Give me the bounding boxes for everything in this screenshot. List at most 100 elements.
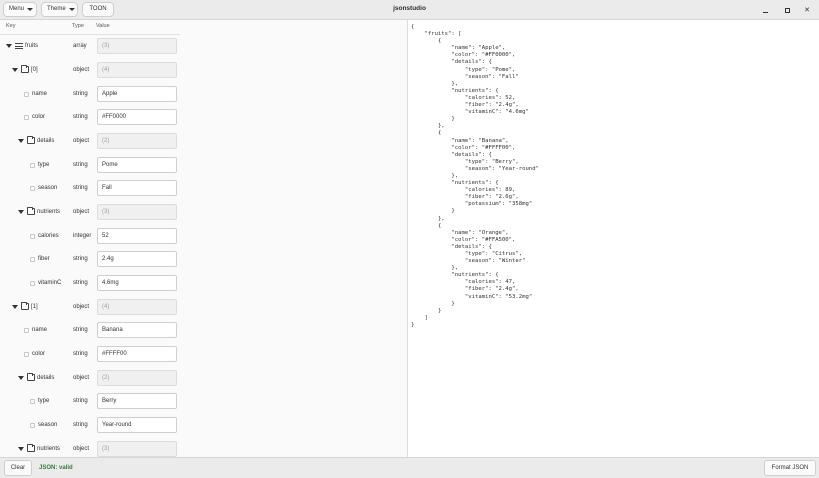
status-text: JSON: valid bbox=[39, 465, 73, 471]
row-count-field: (2) bbox=[97, 133, 177, 149]
tree-row[interactable]: type string Berry bbox=[0, 392, 180, 412]
folder-icon bbox=[27, 373, 35, 381]
close-icon[interactable]: ✕ bbox=[800, 3, 814, 17]
row-type: string bbox=[73, 422, 88, 428]
tree-row[interactable]: name string Banana bbox=[0, 321, 180, 341]
row-key: fruits bbox=[25, 43, 39, 49]
row-key: nutrients bbox=[37, 446, 61, 452]
tree-row[interactable]: [0] object (4) bbox=[0, 61, 180, 81]
row-value-input[interactable]: 2.4g bbox=[97, 251, 177, 267]
row-value-input[interactable]: #FFFF00 bbox=[97, 346, 177, 362]
row-type: object bbox=[73, 375, 90, 381]
row-count-field: (3) bbox=[97, 204, 177, 220]
json-text[interactable]: { "fruits": [ { "name": "Apple", "color"… bbox=[411, 24, 539, 329]
row-type: string bbox=[73, 351, 88, 357]
folder-icon bbox=[27, 444, 35, 452]
row-key: vitaminC bbox=[38, 280, 62, 286]
tree-row[interactable]: type string Pome bbox=[0, 156, 180, 176]
list-icon bbox=[15, 43, 23, 49]
row-value-input[interactable]: 4.6mg bbox=[97, 275, 177, 291]
row-key: season bbox=[38, 422, 58, 428]
column-header-value[interactable]: Value bbox=[96, 23, 110, 33]
leaf-icon bbox=[30, 399, 35, 404]
row-type: string bbox=[73, 162, 88, 168]
row-value-input[interactable]: Berry bbox=[97, 393, 177, 409]
leaf-icon bbox=[30, 163, 35, 168]
tree-row[interactable]: fiber string 2.4g bbox=[0, 250, 180, 270]
tree-panel: Key Type Value fruits array (3) [0] object (4… bbox=[0, 0, 408, 457]
tree-row[interactable]: fruits array (3) bbox=[0, 37, 180, 57]
maximize-icon[interactable] bbox=[780, 3, 794, 17]
row-key: details bbox=[37, 375, 55, 381]
row-key: [1] bbox=[31, 304, 38, 310]
row-value-input[interactable]: Year-round bbox=[97, 417, 177, 433]
row-key: fiber bbox=[38, 256, 50, 262]
row-key: name bbox=[32, 327, 48, 333]
row-type: object bbox=[73, 138, 90, 144]
leaf-icon bbox=[24, 352, 29, 357]
expand-toggle-icon[interactable] bbox=[6, 44, 12, 48]
tree-row[interactable]: color string #FF0000 bbox=[0, 108, 180, 128]
row-count-field: (2) bbox=[97, 370, 177, 386]
minimize-icon[interactable] bbox=[758, 3, 772, 17]
expand-toggle-icon[interactable] bbox=[18, 447, 24, 451]
row-value-input[interactable]: Apple bbox=[97, 86, 177, 102]
format-json-button[interactable]: Format JSON bbox=[764, 460, 816, 476]
tree-row[interactable]: season string Year-round bbox=[0, 416, 180, 436]
leaf-icon bbox=[30, 423, 35, 428]
tree-row[interactable]: details object (2) bbox=[0, 369, 180, 389]
tree-row[interactable]: nutrients object (3) bbox=[0, 440, 180, 457]
row-type: object bbox=[73, 446, 90, 452]
row-value-input[interactable]: Fall bbox=[97, 180, 177, 196]
row-count-field: (3) bbox=[97, 38, 177, 54]
row-key: color bbox=[32, 351, 46, 357]
row-type: object bbox=[73, 304, 90, 310]
expand-toggle-icon[interactable] bbox=[12, 68, 18, 72]
folder-icon bbox=[27, 136, 35, 144]
expand-toggle-icon[interactable] bbox=[18, 376, 24, 380]
tree-row[interactable]: season string Fall bbox=[0, 179, 180, 199]
tree-row[interactable]: details object (2) bbox=[0, 132, 180, 152]
row-value-input[interactable]: 52 bbox=[97, 228, 177, 244]
tree-row[interactable]: calories integer 52 bbox=[0, 227, 180, 247]
tree-row[interactable]: [1] object (4) bbox=[0, 298, 180, 318]
row-type: array bbox=[73, 43, 87, 49]
folder-icon bbox=[21, 65, 29, 73]
row-key: name bbox=[32, 91, 48, 97]
expand-toggle-icon[interactable] bbox=[12, 305, 18, 309]
row-type: string bbox=[73, 91, 88, 97]
json-editor[interactable]: { "fruits": [ { "name": "Apple", "color"… bbox=[409, 20, 819, 457]
row-key: color bbox=[32, 114, 46, 120]
row-type: string bbox=[73, 280, 88, 286]
leaf-icon bbox=[30, 186, 35, 191]
row-type: string bbox=[73, 327, 88, 333]
header-divider bbox=[0, 34, 180, 35]
tree-row[interactable]: name string Apple bbox=[0, 85, 180, 105]
row-type: object bbox=[73, 67, 90, 73]
tree-row[interactable]: color string #FFFF00 bbox=[0, 345, 180, 365]
row-type: integer bbox=[73, 233, 92, 239]
column-header-type[interactable]: Type bbox=[72, 23, 84, 33]
row-value-input[interactable]: Banana bbox=[97, 322, 177, 338]
folder-icon bbox=[21, 302, 29, 310]
row-value-input[interactable]: #FF0000 bbox=[97, 109, 177, 125]
row-type: string bbox=[73, 185, 88, 191]
tree-row[interactable]: nutrients object (3) bbox=[0, 203, 180, 223]
folder-icon bbox=[27, 207, 35, 215]
expand-toggle-icon[interactable] bbox=[18, 139, 24, 143]
row-type: string bbox=[73, 398, 88, 404]
row-key: calories bbox=[38, 233, 59, 239]
column-header-key[interactable]: Key bbox=[6, 23, 15, 33]
leaf-icon bbox=[30, 281, 35, 286]
clear-button[interactable]: Clear bbox=[4, 460, 32, 476]
row-value-input[interactable]: Pome bbox=[97, 157, 177, 173]
row-key: details bbox=[37, 138, 55, 144]
row-type: string bbox=[73, 114, 88, 120]
row-key: type bbox=[38, 398, 50, 404]
leaf-icon bbox=[24, 115, 29, 120]
tree-row[interactable]: vitaminC string 4.6mg bbox=[0, 274, 180, 294]
row-count-field: (3) bbox=[97, 441, 177, 457]
row-count-field: (4) bbox=[97, 299, 177, 315]
leaf-icon bbox=[24, 92, 29, 97]
expand-toggle-icon[interactable] bbox=[18, 210, 24, 214]
